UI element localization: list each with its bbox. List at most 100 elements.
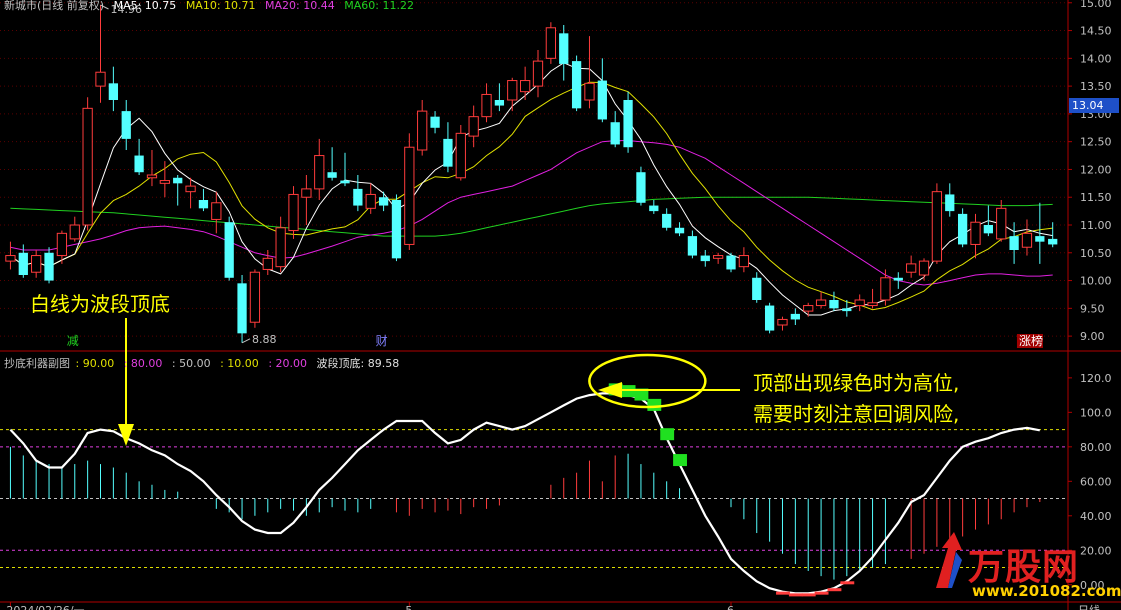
candle-body <box>906 263 917 273</box>
extreme-label: 8.88 <box>252 333 277 346</box>
candle-body <box>134 155 144 173</box>
sub-value-20: : 20.00 <box>268 357 308 370</box>
red-bottom-block <box>827 588 842 592</box>
green-top-block <box>647 398 662 411</box>
sub-tick-label: 100.0 <box>1080 406 1112 419</box>
candle-body <box>443 138 453 167</box>
sub-chart-header: 抄底利器副图 : 90.00 : 80.00 : 50.00 : 10.00 :… <box>4 355 405 371</box>
sub-value-wave: 波段顶底: 89.58 <box>316 357 400 370</box>
candle-body <box>777 318 788 326</box>
candle-body <box>378 197 389 206</box>
main-tick-label: 11.00 <box>1080 219 1112 232</box>
red-bottom-block <box>801 593 816 597</box>
candle-body <box>623 100 633 148</box>
ma5-label: MA5: 10.75 <box>113 0 177 12</box>
green-top-block <box>673 454 687 467</box>
main-tick-label: 13.50 <box>1080 80 1112 93</box>
candle-body <box>481 93 492 118</box>
candle-body <box>957 213 968 245</box>
candle-body <box>56 232 68 257</box>
main-chart-header: 新城市(日线 前复权) MA5: 10.75 MA10: 10.71 MA20:… <box>4 0 420 13</box>
candle-body <box>31 255 42 273</box>
red-bottom-block <box>776 591 790 595</box>
candle-body <box>815 299 827 307</box>
sub-tick-label: 20.00 <box>1080 544 1112 557</box>
candle-body <box>700 255 710 262</box>
candle-body <box>764 305 775 331</box>
candle-body <box>854 299 865 307</box>
extreme-pointer <box>241 338 251 344</box>
candle-body <box>507 80 518 101</box>
candle-body <box>803 305 814 312</box>
candle-body <box>69 224 80 240</box>
candle-body <box>597 80 607 120</box>
sub-tick-label: 120.0 <box>1080 372 1112 385</box>
candle-body <box>455 132 466 179</box>
candle-body <box>610 122 620 145</box>
candle-body <box>545 27 556 59</box>
main-tick-label: 11.50 <box>1080 191 1112 204</box>
candle-body <box>314 155 325 190</box>
candle-body <box>198 200 209 209</box>
candle-body <box>121 111 131 139</box>
candle-body <box>365 193 376 209</box>
candle-body <box>249 271 261 323</box>
main-tick-label: 9.50 <box>1080 302 1105 315</box>
sub-value-50: : 50.00 <box>171 357 211 370</box>
sub-title: 抄底利器副图 <box>4 357 70 370</box>
x-tick-label: 5 <box>405 604 412 610</box>
x-tick-label: 2024/02/26/一 <box>6 604 84 610</box>
sub-tick-label: 40.00 <box>1080 510 1112 523</box>
candle-body <box>931 191 943 262</box>
candle-body <box>893 277 903 281</box>
candle-body <box>713 255 724 259</box>
candle-body <box>173 177 183 184</box>
logo-arrow-icon <box>936 532 962 588</box>
main-tick-label: 9.00 <box>1080 330 1105 343</box>
candle-body <box>970 221 981 245</box>
event-label: 涨榜 <box>1019 333 1043 348</box>
candle-body <box>44 252 54 281</box>
annotation-right-line1: 顶部出现绿色时为高位, <box>753 371 960 395</box>
sub-value-80: : 80.00 <box>123 357 163 370</box>
candle-body <box>146 174 158 179</box>
candle-body <box>918 260 930 276</box>
main-tick-label: 12.50 <box>1080 136 1112 149</box>
annotation-right-line2: 需要时刻注意回调风险, <box>753 402 960 426</box>
main-tick-label: 14.50 <box>1080 25 1112 38</box>
candle-body <box>18 252 28 275</box>
sub-value-10: : 10.00 <box>220 357 259 370</box>
main-tick-label: 15.00 <box>1080 0 1112 10</box>
candle-body <box>159 180 170 184</box>
period-label: 日线 <box>1078 603 1100 610</box>
candle-body <box>674 227 685 234</box>
candle-body <box>520 80 531 93</box>
candle-body <box>404 146 415 245</box>
main-title: 新城市(日线 前复权) <box>4 0 105 12</box>
candle-body <box>752 277 762 300</box>
candle-body <box>262 257 273 270</box>
candle-body <box>662 213 672 228</box>
ma60-label: MA60: 11.22 <box>344 0 414 12</box>
candle-body <box>468 116 479 137</box>
candle-body <box>738 255 750 268</box>
logo-site: www.201082.com <box>972 582 1121 600</box>
candle-body <box>494 100 505 106</box>
candle-body <box>880 277 891 301</box>
candle-body <box>790 313 800 320</box>
ma10-line <box>10 81 1053 311</box>
main-tick-label: 10.00 <box>1080 275 1112 288</box>
candle-body <box>1048 238 1058 245</box>
annotation-left: 白线为波段顶底 <box>30 292 170 316</box>
candle-body <box>945 194 955 212</box>
main-tick-label: 14.00 <box>1080 52 1112 65</box>
main-tick-label: 10.50 <box>1080 247 1112 260</box>
candle-body <box>327 172 337 178</box>
candle-body <box>636 172 646 203</box>
candle-body <box>584 82 595 101</box>
candle-body <box>1021 232 1033 248</box>
sub-tick-label: 60.00 <box>1080 475 1112 488</box>
candle-body <box>983 225 993 234</box>
candle-body <box>687 236 698 256</box>
candle-body <box>571 61 582 109</box>
